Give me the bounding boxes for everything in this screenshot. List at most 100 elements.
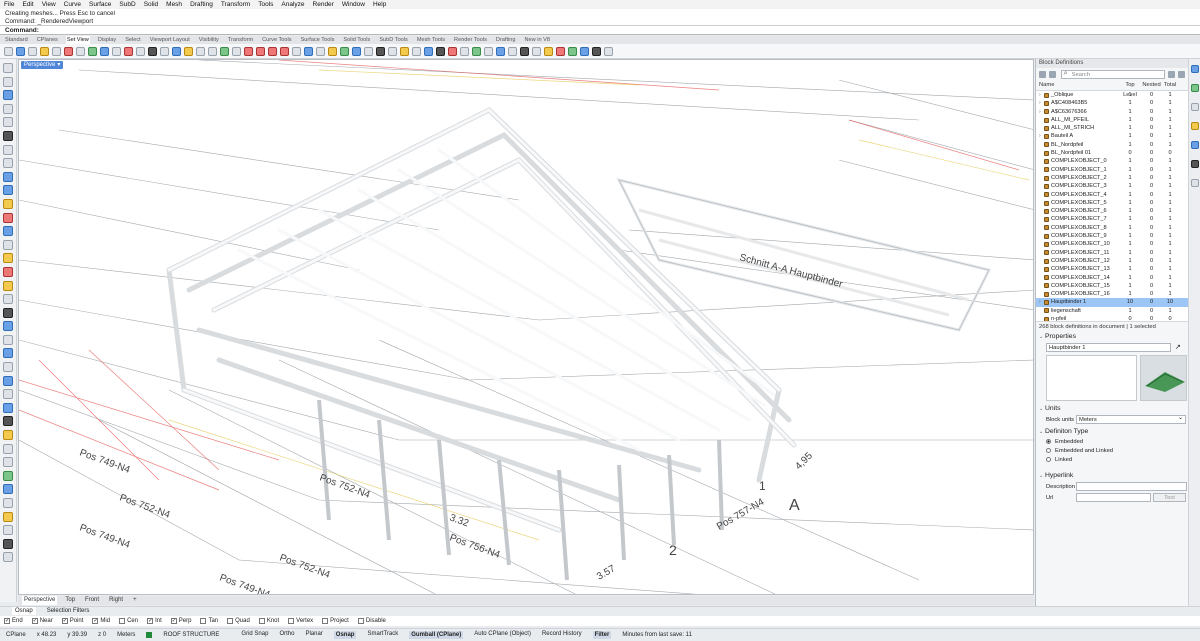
block-row[interactable]: BL_Nordpfeil 1 0 1 xyxy=(1036,141,1188,149)
block-row[interactable]: › A$C408463B5 1 0 1 xyxy=(1036,99,1188,107)
block-row[interactable]: liegenschaft 1 0 1 xyxy=(1036,307,1188,315)
edit-arrow-icon[interactable]: ↗ xyxy=(1175,343,1181,351)
menu-mesh[interactable]: Mesh xyxy=(166,1,182,8)
left-tool-25-icon[interactable] xyxy=(3,389,13,400)
definition-type-option-embedded-and-linked[interactable]: Embedded and Linked xyxy=(1036,446,1188,455)
block-row[interactable]: ALL_MI_STRICH 1 0 1 xyxy=(1036,124,1188,132)
left-tool-35-icon[interactable] xyxy=(3,525,13,536)
left-tool-12-icon[interactable] xyxy=(3,212,13,223)
osnap-checkbox[interactable]: ✓ xyxy=(31,618,38,624)
toolbar-tool-32-icon[interactable] xyxy=(376,46,385,56)
left-tool-1-icon[interactable] xyxy=(3,63,13,73)
left-tool-28-icon[interactable] xyxy=(3,430,13,441)
menu-analyze[interactable]: Analyze xyxy=(281,1,304,8)
left-tool-36-icon[interactable] xyxy=(3,538,13,549)
status-filter[interactable]: Filter xyxy=(592,631,612,639)
toolbar-tool-7-icon[interactable] xyxy=(76,46,85,56)
toolbar-tab-set-view[interactable]: Set View xyxy=(65,36,90,44)
left-tool-26-icon[interactable] xyxy=(3,402,13,413)
osnap-checkbox[interactable]: ✓ xyxy=(170,618,177,624)
block-row[interactable]: COMPLEXOBJECT_4 1 0 1 xyxy=(1036,191,1188,199)
block-row[interactable]: BL_Nordpfeil 01 0 0 0 xyxy=(1036,149,1188,157)
block-name-field[interactable]: Hauptbinder 1 xyxy=(1046,343,1171,352)
toolbar-tab-cplanes[interactable]: CPlanes xyxy=(36,36,59,44)
toolbar-tool-1-icon[interactable] xyxy=(4,46,13,56)
layers-tab-icon[interactable] xyxy=(1190,84,1199,92)
toolbar-tab-display[interactable]: Display xyxy=(97,36,117,44)
description-input[interactable] xyxy=(1076,482,1187,491)
osnap-int[interactable]: ✓ Int xyxy=(147,618,162,624)
menu-tools[interactable]: Tools xyxy=(258,1,273,8)
menu-solid[interactable]: Solid xyxy=(144,1,158,8)
menu-subd[interactable]: SubD xyxy=(119,1,135,8)
help-tab-icon[interactable] xyxy=(1190,179,1199,187)
block-description-box[interactable] xyxy=(1046,355,1137,401)
toolbar-tool-25-icon[interactable] xyxy=(292,46,301,56)
left-tool-33-icon[interactable] xyxy=(3,498,13,508)
left-tool-13-icon[interactable] xyxy=(3,226,13,237)
toolbar-tool-18-icon[interactable] xyxy=(208,46,217,56)
left-tool-7-icon[interactable] xyxy=(3,144,13,155)
toolbar-tool-30-icon[interactable] xyxy=(352,46,361,56)
viewport-tab-right[interactable]: Right xyxy=(107,596,125,605)
toolbar-tab-render-tools[interactable]: Render Tools xyxy=(453,36,488,44)
menu-view[interactable]: View xyxy=(42,1,56,8)
panel-tab-selection-filters[interactable]: Selection Filters xyxy=(44,607,93,615)
block-row[interactable]: › Bauteil A 1 0 1 xyxy=(1036,132,1188,140)
toolbar-tool-6-icon[interactable] xyxy=(64,46,73,56)
toolbar-tool-38-icon[interactable] xyxy=(448,46,457,56)
toolbar-tool-24-icon[interactable] xyxy=(280,46,289,56)
display-tab-icon[interactable] xyxy=(1190,141,1199,149)
test-button[interactable]: Test xyxy=(1153,493,1186,502)
definition-type-option-embedded[interactable]: Embedded xyxy=(1036,437,1188,446)
status-gumball-cplane[interactable]: Gumball (CPlane) xyxy=(409,631,464,639)
osnap-checkbox[interactable]: ✓ xyxy=(147,618,154,624)
col-total[interactable]: Total xyxy=(1162,80,1178,90)
left-tool-16-icon[interactable] xyxy=(3,266,13,277)
left-tool-23-icon[interactable] xyxy=(3,362,13,373)
toolbar-tool-35-icon[interactable] xyxy=(412,46,421,56)
toolbar-tool-46-icon[interactable] xyxy=(544,46,553,56)
toolbar-tool-9-icon[interactable] xyxy=(100,46,109,56)
menu-file[interactable]: File xyxy=(4,1,14,8)
radio-button[interactable] xyxy=(1046,457,1051,462)
osnap-disable[interactable]: Disable xyxy=(357,618,386,624)
toolbar-tab-drafting[interactable]: Drafting xyxy=(495,36,517,44)
block-row[interactable]: COMPLEXOBJECT_16 1 0 1 xyxy=(1036,290,1188,298)
left-tool-6-icon[interactable] xyxy=(3,130,13,141)
toolbar-tool-4-icon[interactable] xyxy=(40,46,49,56)
osnap-checkbox[interactable]: ✓ xyxy=(92,618,99,624)
menu-render[interactable]: Render xyxy=(313,1,334,8)
toolbar-tool-45-icon[interactable] xyxy=(532,46,541,56)
toolbar-tool-29-icon[interactable] xyxy=(340,46,349,56)
left-tool-37-icon[interactable] xyxy=(3,552,13,563)
status-planar[interactable]: Planar xyxy=(305,631,322,639)
list-view-icon[interactable] xyxy=(1168,70,1176,78)
toolbar-tool-17-icon[interactable] xyxy=(196,46,205,56)
definition-type-section-header[interactable]: ⌄ Definiton Type xyxy=(1036,427,1188,437)
block-row[interactable]: › Hauptbinder 1 10 0 10 xyxy=(1036,298,1188,307)
left-tool-24-icon[interactable] xyxy=(3,375,13,386)
menu-window[interactable]: Window xyxy=(342,1,365,8)
menu-help[interactable]: Help xyxy=(373,1,386,8)
radio-button[interactable] xyxy=(1046,439,1051,444)
osnap-mid[interactable]: ✓ Mid xyxy=(92,618,110,624)
osnap-checkbox[interactable] xyxy=(258,618,265,624)
col-name[interactable]: Name xyxy=(1039,80,1119,90)
toolbar-tab-visibility[interactable]: Visibility xyxy=(198,36,220,44)
block-row[interactable]: COMPLEXOBJECT_15 1 0 1 xyxy=(1036,282,1188,290)
osnap-near[interactable]: ✓ Near xyxy=(31,618,53,624)
status-ortho[interactable]: Ortho xyxy=(279,631,294,639)
properties-tab-icon[interactable] xyxy=(1190,103,1199,111)
osnap-cen[interactable]: Cen xyxy=(119,618,138,624)
toolbar-tab-curve-tools[interactable]: Curve Tools xyxy=(261,36,292,44)
block-search-input[interactable]: Search xyxy=(1060,69,1166,79)
toolbar-tab-viewport-layout[interactable]: Viewport Layout xyxy=(149,36,191,44)
menu-transform[interactable]: Transform xyxy=(221,1,250,8)
toolbar-tool-3-icon[interactable] xyxy=(28,46,37,56)
units-section-header[interactable]: ⌄ Units xyxy=(1036,404,1188,414)
left-tool-17-icon[interactable] xyxy=(3,280,13,291)
status-smarttrack[interactable]: SmartTrack xyxy=(367,631,398,639)
block-row[interactable]: › A$C63676366 1 0 1 xyxy=(1036,108,1188,116)
toolbar-tool-47-icon[interactable] xyxy=(556,46,565,56)
